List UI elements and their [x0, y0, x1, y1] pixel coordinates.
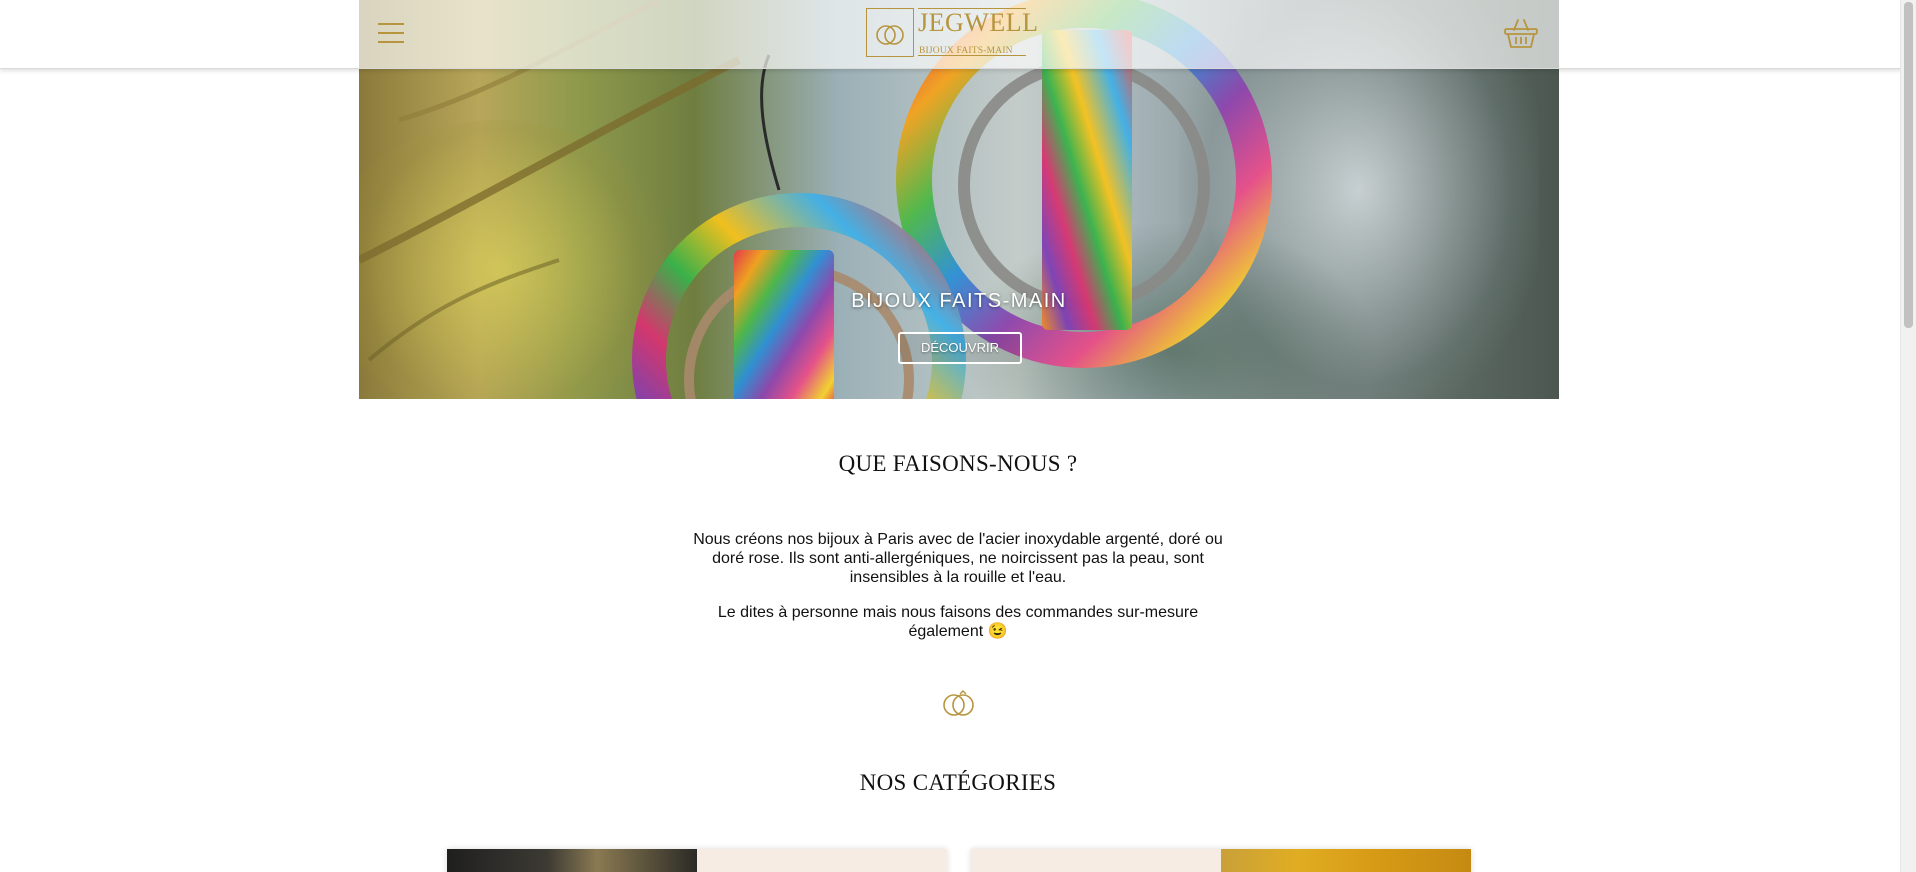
basket-icon[interactable]: [1502, 14, 1540, 52]
site-header: JEGWELL BIJOUX FAITS-MAIN: [0, 0, 1916, 69]
category-image: [1221, 849, 1471, 872]
about-paragraph-1: Nous créons nos bijoux à Paris avec de l…: [693, 531, 1223, 586]
page: BIJOUX FAITS-MAIN DÉCOUVRIR JEGWELL BIJO…: [0, 0, 1916, 872]
discover-button[interactable]: DÉCOUVRIR: [898, 332, 1022, 364]
category-image: [447, 849, 697, 872]
rings-icon: [940, 688, 978, 718]
categories-title: NOS CATÉGORIES: [859, 770, 1057, 795]
hero-title: BIJOUX FAITS-MAIN: [851, 290, 1067, 312]
category-panel: [697, 849, 947, 872]
hamburger-menu-icon[interactable]: [378, 22, 404, 44]
category-card[interactable]: [447, 849, 947, 872]
scrollbar-thumb[interactable]: [1904, 2, 1913, 328]
category-panel: [971, 849, 1221, 872]
about-title: QUE FAISONS-NOUS ?: [838, 451, 1078, 476]
page-scrollbar[interactable]: [1900, 0, 1916, 872]
logo-name: JEGWELL: [918, 8, 1039, 37]
about-paragraph-2: Le dites à personne mais nous faisons de…: [717, 604, 1199, 640]
site-logo[interactable]: JEGWELL BIJOUX FAITS-MAIN: [866, 8, 1038, 58]
logo-rings-icon: [866, 8, 914, 57]
category-card[interactable]: [971, 849, 1471, 872]
